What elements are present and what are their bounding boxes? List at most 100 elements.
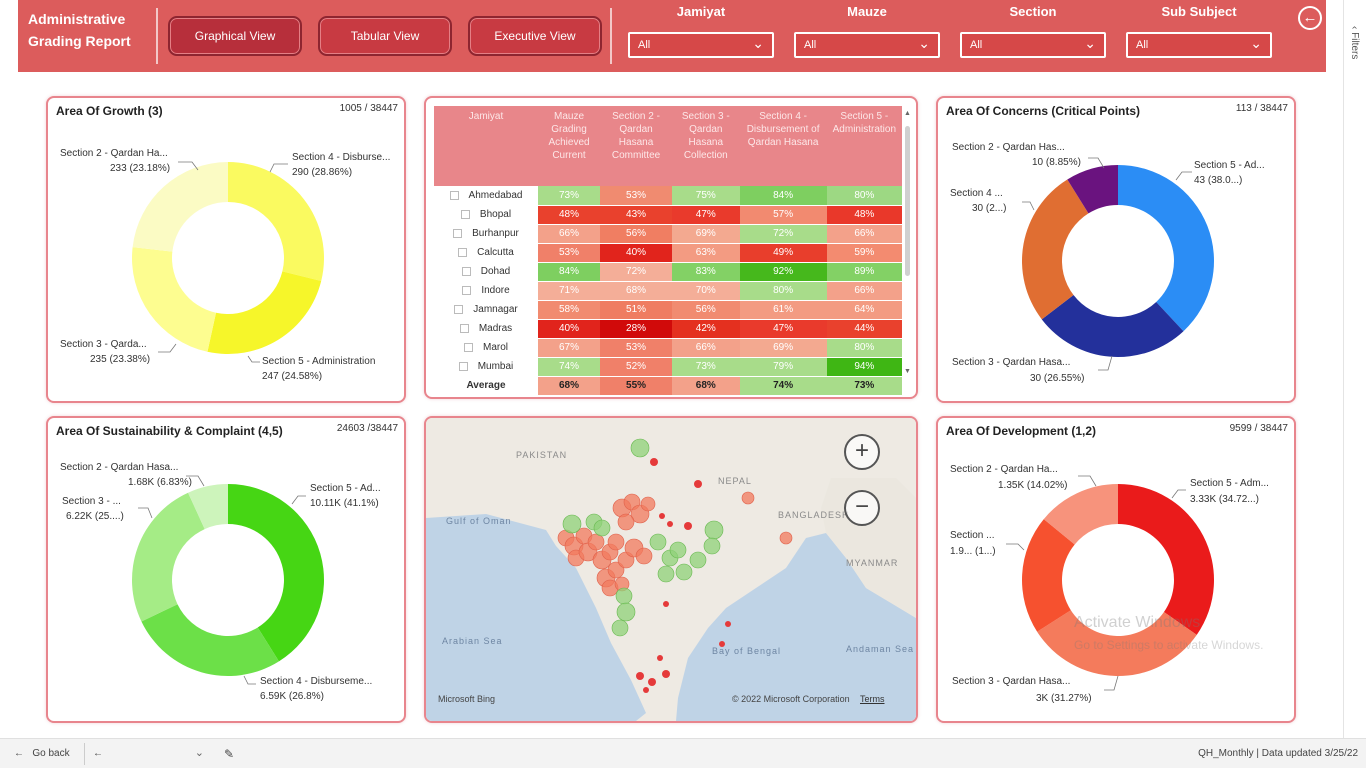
jamiyat-matrix-panel[interactable]: Jamiyat Mauze Grading Achieved Current Sec… xyxy=(424,96,918,399)
grade-cell: 84% xyxy=(538,262,601,282)
back-arrow-icon[interactable]: ← xyxy=(1298,6,1322,30)
table-row[interactable]: Dohad 84% 72% 83% 92% 89% xyxy=(434,262,902,282)
table-row[interactable]: Calcutta 53% 40% 63% 49% 59% xyxy=(434,243,902,263)
page-selector[interactable]: ← ⌄ xyxy=(84,743,210,765)
scroll-down-icon[interactable]: ▼ xyxy=(904,368,911,375)
chevron-down-icon: ⌄ xyxy=(1084,35,1096,51)
grade-cell: 56% xyxy=(672,300,740,320)
map-bubble xyxy=(725,621,731,627)
report-title: Administrative Grading Report xyxy=(28,8,158,52)
area-of-sustainability-panel[interactable]: Area Of Sustainability & Complaint (4,5)… xyxy=(46,416,406,723)
grade-cell: 69% xyxy=(672,224,740,244)
table-row[interactable]: Madras 40% 28% 42% 47% 44% xyxy=(434,319,902,339)
table-row[interactable]: Marol 67% 53% 66% 69% 80% xyxy=(434,338,902,358)
grade-cell: 51% xyxy=(600,300,673,320)
expand-row-icon[interactable] xyxy=(453,228,463,238)
table-row[interactable]: Mumbai 74% 52% 73% 79% 94% xyxy=(434,357,902,377)
map-bubble xyxy=(616,602,636,622)
expand-row-icon[interactable] xyxy=(459,323,469,333)
map-bubble xyxy=(684,522,692,530)
table-row[interactable]: Bhopal 48% 43% 47% 57% 48% xyxy=(434,205,902,225)
executive-view-button[interactable]: Executive View xyxy=(468,16,602,56)
city-label: Marol xyxy=(482,342,508,353)
row-city-cell: Ahmedabad xyxy=(434,186,538,206)
grade-cell: 56% xyxy=(600,224,673,244)
map-terms-link[interactable]: Terms xyxy=(860,694,885,704)
bottom-status-bar: ← Go back ← ⌄ ✎ QH_Monthly | Data updated… xyxy=(0,738,1366,768)
donut-label-value: 247 (24.58%) xyxy=(262,371,322,382)
table-row[interactable]: Indore 71% 68% 70% 80% 66% xyxy=(434,281,902,301)
map-bubble xyxy=(741,491,755,505)
donut-slice[interactable] xyxy=(1118,165,1214,332)
donut-label-name: Section 5 - Administration xyxy=(262,356,375,367)
tabular-view-button[interactable]: Tabular View xyxy=(318,16,452,56)
section-dropdown[interactable]: All ⌄ xyxy=(960,32,1106,58)
map-bubble xyxy=(649,533,667,551)
minus-icon[interactable]: − xyxy=(844,490,880,526)
expand-row-icon[interactable] xyxy=(461,266,471,276)
map-bubble xyxy=(611,619,629,637)
leader-line xyxy=(291,495,306,505)
filters-pane-collapsed[interactable]: ‹ Filters xyxy=(1343,0,1366,738)
filters-label: ‹ Filters xyxy=(1349,26,1360,59)
area-of-concerns-panel[interactable]: Area Of Concerns (Critical Points) 113 /… xyxy=(936,96,1296,403)
area-of-growth-panel[interactable]: Area Of Growth (3) 1005 / 38447 Section … xyxy=(46,96,406,403)
expand-row-icon[interactable] xyxy=(458,247,468,257)
column-header[interactable]: Section 5 - Administration xyxy=(826,106,902,186)
row-city-cell: Burhanpur xyxy=(434,224,538,244)
donut-label-name: Section 3 - ... xyxy=(62,496,121,507)
map-bubble xyxy=(694,480,702,488)
column-header[interactable]: Section 4 - Disbursement of Qardan Hasan… xyxy=(739,106,827,186)
mauze-dropdown[interactable]: All ⌄ xyxy=(794,32,940,58)
column-header-jamiyat[interactable]: Jamiyat xyxy=(434,106,538,186)
column-header[interactable]: Section 3 - Qardan Hasana Collection xyxy=(672,106,740,186)
donut-slice[interactable] xyxy=(132,492,205,622)
leader-line xyxy=(1171,489,1186,499)
graphical-view-button[interactable]: Graphical View xyxy=(168,16,302,56)
grade-cell: 80% xyxy=(739,281,827,301)
grade-cell: 80% xyxy=(826,186,902,206)
expand-row-icon[interactable] xyxy=(454,304,464,314)
expand-row-icon[interactable] xyxy=(449,190,459,200)
grade-cell: 53% xyxy=(600,186,673,206)
leader-line xyxy=(1098,355,1113,371)
table-row[interactable]: Burhanpur 66% 56% 69% 72% 66% xyxy=(434,224,902,244)
report-canvas: Administrative Grading Report Graphical … xyxy=(0,0,1366,768)
grade-cell: 73% xyxy=(672,357,740,377)
donut-label-name: Section 5 - Adm... xyxy=(1190,478,1269,489)
scroll-thumb[interactable] xyxy=(905,126,910,276)
row-city-cell: Indore xyxy=(434,281,538,301)
donut-slice[interactable] xyxy=(141,604,279,676)
table-row[interactable]: Jamnagar 58% 51% 56% 61% 64% xyxy=(434,300,902,320)
jamiyat-map-panel[interactable]: PAKISTAN NEPAL BANGLADESH MYANMAR Arabia… xyxy=(424,416,918,723)
jamiyat-dropdown[interactable]: All ⌄ xyxy=(628,32,774,58)
plus-icon[interactable]: + xyxy=(844,434,880,470)
city-label: Burhanpur xyxy=(472,228,519,239)
area-of-development-panel[interactable]: Area Of Development (1,2) 9599 / 38447 S… xyxy=(936,416,1296,723)
city-label: Indore xyxy=(481,285,510,296)
map-bubble xyxy=(648,678,656,686)
matrix-scrollbar[interactable]: ▲ ▼ xyxy=(904,106,912,388)
donut-slice[interactable] xyxy=(1022,179,1089,320)
expand-row-icon[interactable] xyxy=(462,285,472,295)
column-header[interactable]: Section 2 - Qardan Hasana Committee xyxy=(600,106,673,186)
grade-cell: 40% xyxy=(538,319,601,339)
pencil-icon[interactable]: ✎ xyxy=(224,747,234,761)
expand-row-icon[interactable] xyxy=(460,209,470,219)
donut-slice[interactable] xyxy=(228,162,324,282)
table-row[interactable]: Ahmedabad 73% 53% 75% 84% 80% xyxy=(434,186,902,206)
donut-slice[interactable] xyxy=(1118,484,1214,635)
city-label: Bhopal xyxy=(479,209,512,220)
leader-line xyxy=(138,507,153,519)
scroll-up-icon[interactable]: ▲ xyxy=(904,110,911,117)
expand-row-icon[interactable] xyxy=(458,361,468,371)
donut-label-name: Section 4 - Disburse... xyxy=(292,152,390,163)
go-back-button[interactable]: ← Go back xyxy=(14,748,70,759)
expand-row-icon[interactable] xyxy=(463,342,473,352)
column-header[interactable]: Mauze Grading Achieved Current xyxy=(538,106,601,186)
donut-slice[interactable] xyxy=(207,271,322,354)
donut-slice[interactable] xyxy=(132,247,217,352)
row-city-cell: Madras xyxy=(434,319,538,339)
donut-slice[interactable] xyxy=(132,162,228,252)
sub-subject-dropdown[interactable]: All ⌄ xyxy=(1126,32,1272,58)
